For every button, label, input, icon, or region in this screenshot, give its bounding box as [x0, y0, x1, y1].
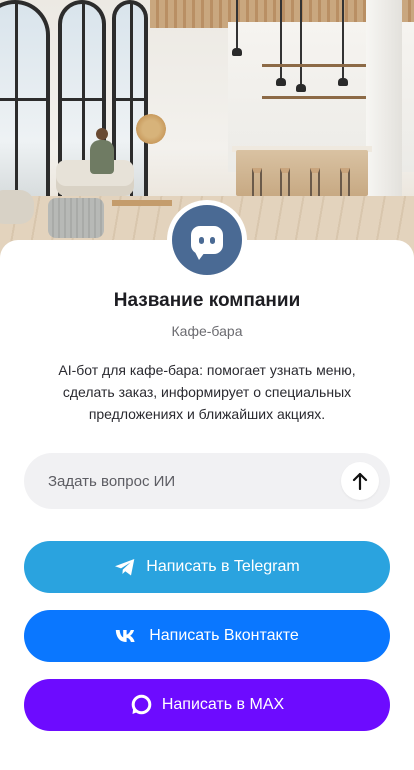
send-button[interactable] — [341, 462, 379, 500]
ask-ai-input[interactable] — [48, 472, 341, 490]
vk-icon — [115, 629, 139, 643]
company-description: AI-бот для кафе-бара: помогает узнать ме… — [58, 362, 356, 422]
telegram-button[interactable]: Написать в Telegram — [24, 541, 390, 593]
arrow-up-icon — [352, 472, 368, 490]
vk-button[interactable]: Написать Вконтакте — [24, 610, 390, 662]
chat-bot-icon — [191, 226, 223, 260]
max-button[interactable]: Написать в MAX — [24, 679, 390, 731]
telegram-button-label: Написать в Telegram — [146, 558, 300, 575]
telegram-icon — [114, 558, 136, 577]
avatar — [172, 205, 242, 275]
vk-button-label: Написать Вконтакте — [149, 627, 299, 644]
company-name: Название компании — [113, 290, 301, 311]
ask-ai-field — [24, 453, 390, 509]
max-button-label: Написать в MAX — [161, 696, 285, 713]
company-type: Кафе-бара — [171, 323, 243, 339]
max-icon — [130, 694, 152, 716]
